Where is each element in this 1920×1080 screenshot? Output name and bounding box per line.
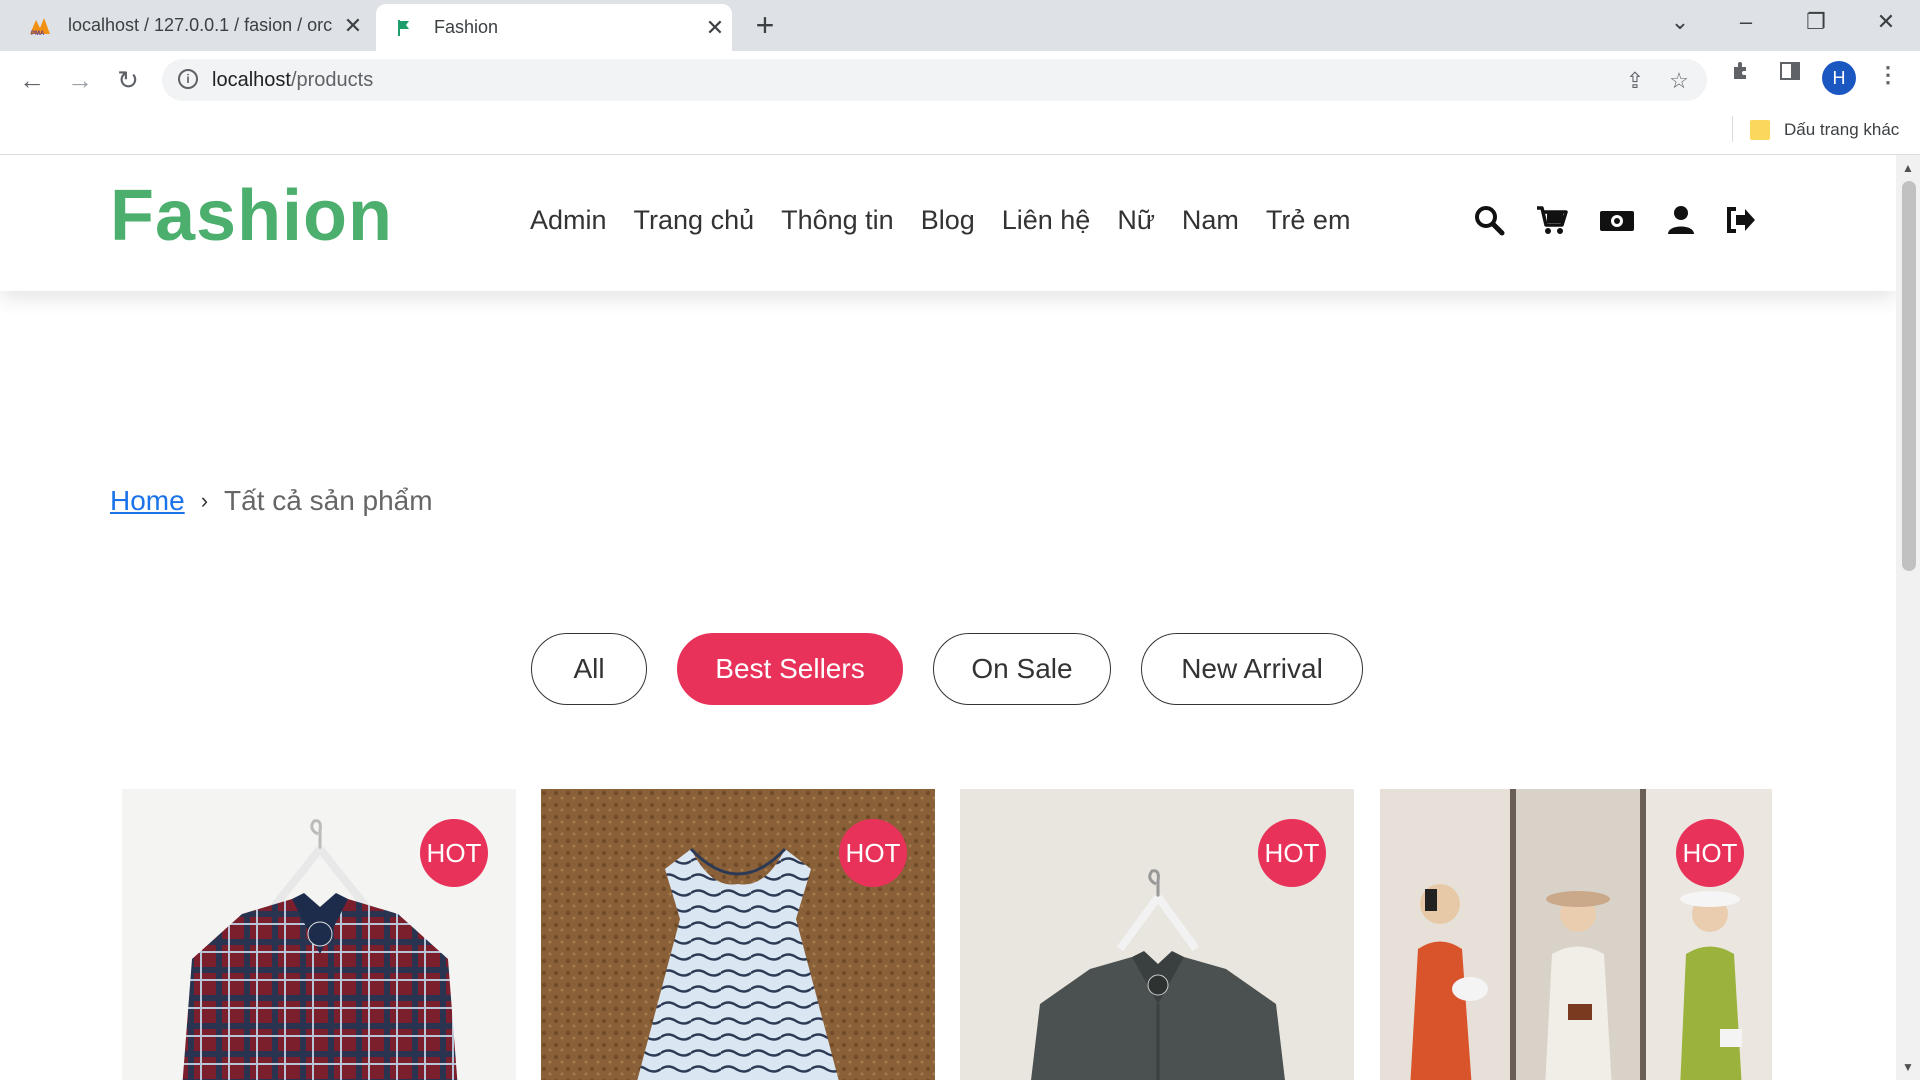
site-header: Fashion Admin Trang chủ Thông tin Blog L… (0, 155, 1896, 291)
tab-phpmyadmin[interactable]: PMA localhost / 127.0.0.1 / fasion / orc… (0, 0, 370, 51)
phpmyadmin-favicon-icon: PMA (28, 16, 52, 37)
breadcrumb-current: Tất cả sản phẩm (224, 485, 433, 516)
close-tab-icon[interactable]: ✕ (698, 15, 732, 41)
scroll-down-arrow-icon[interactable]: ▼ (1896, 1058, 1920, 1076)
search-icon[interactable] (1472, 203, 1506, 237)
product-card[interactable]: HOT (541, 789, 935, 1080)
share-icon[interactable]: ⇪ (1621, 67, 1649, 95)
filter-on-sale-button[interactable]: On Sale (933, 633, 1111, 705)
money-icon[interactable] (1598, 203, 1636, 237)
hot-badge: HOT (1258, 819, 1326, 887)
product-card[interactable]: HOT (1380, 789, 1772, 1080)
tab-title: localhost / 127.0.0.1 / fasion / orc (68, 15, 333, 35)
user-icon[interactable] (1664, 203, 1698, 237)
new-tab-icon[interactable]: + (748, 8, 782, 42)
hot-badge: HOT (1676, 819, 1744, 887)
url-host: localhost (212, 69, 291, 91)
cart-icon[interactable] (1535, 203, 1569, 237)
tab-search-chevron-icon[interactable]: ⌄ (1650, 0, 1710, 44)
nav-kids[interactable]: Trẻ em (1266, 205, 1351, 236)
tab-title: Fashion (434, 17, 499, 37)
nav-contact[interactable]: Liên hệ (1002, 205, 1091, 236)
nav-women[interactable]: Nữ (1117, 205, 1155, 236)
product-card[interactable]: HOT (122, 789, 516, 1080)
svg-text:PMA: PMA (31, 31, 45, 36)
forward-icon[interactable]: → (62, 62, 98, 98)
close-window-icon[interactable]: ✕ (1856, 0, 1916, 44)
side-panel-icon[interactable] (1774, 59, 1806, 91)
nav-home[interactable]: Trang chủ (634, 205, 755, 236)
browser-tab-bar: PMA localhost / 127.0.0.1 / fasion / orc… (0, 0, 1920, 51)
tab-fashion[interactable]: Fashion ✕ (376, 4, 732, 51)
reload-icon[interactable]: ↻ (110, 62, 146, 98)
bookmarks-bar: Dấu trang khác (0, 106, 1920, 155)
close-tab-icon[interactable]: ✕ (336, 13, 370, 39)
other-bookmarks-label[interactable]: Dấu trang khác (1784, 120, 1899, 140)
profile-avatar[interactable]: H (1822, 61, 1856, 95)
nav-about[interactable]: Thông tin (781, 205, 894, 236)
filter-best-sellers-button[interactable]: Best Sellers (677, 633, 903, 705)
minimize-icon[interactable]: – (1716, 0, 1776, 44)
restore-icon[interactable]: ❐ (1786, 0, 1846, 44)
extensions-icon[interactable] (1726, 59, 1758, 91)
nav-admin[interactable]: Admin (530, 205, 607, 236)
browser-toolbar: ← → ↻ i localhost/products ⇪ ☆ (0, 51, 1920, 106)
product-card[interactable]: HOT (960, 789, 1354, 1080)
breadcrumb: Home › Tất cả sản phẩm (110, 485, 433, 517)
site-logo[interactable]: Fashion (110, 175, 393, 257)
url-path: /products (290, 69, 374, 91)
logout-icon[interactable] (1724, 203, 1758, 237)
address-bar[interactable]: i localhost/products ⇪ ☆ (162, 59, 1707, 101)
folder-icon[interactable] (1750, 120, 1770, 140)
filter-all-button[interactable]: All (531, 633, 647, 705)
main-nav: Admin Trang chủ Thông tin Blog Liên hệ N… (530, 205, 1350, 236)
site-info-icon[interactable]: i (178, 69, 198, 89)
breadcrumb-home-link[interactable]: Home (110, 485, 185, 517)
nav-blog[interactable]: Blog (921, 205, 975, 236)
scroll-thumb[interactable] (1902, 181, 1916, 571)
scroll-up-arrow-icon[interactable]: ▲ (1896, 159, 1920, 177)
bookmark-star-icon[interactable]: ☆ (1665, 67, 1693, 95)
filter-new-arrival-button[interactable]: New Arrival (1141, 633, 1363, 705)
page-scrollbar[interactable]: ▲ ▼ (1896, 155, 1920, 1080)
nav-men[interactable]: Nam (1182, 205, 1239, 236)
browser-menu-icon[interactable]: ⋮ (1872, 59, 1904, 91)
back-icon[interactable]: ← (14, 62, 50, 98)
url-text[interactable]: localhost/products (212, 69, 373, 92)
flag-favicon-icon (394, 18, 418, 38)
bookmarks-divider (1732, 116, 1733, 142)
hot-badge: HOT (839, 819, 907, 887)
hot-badge: HOT (420, 819, 488, 887)
page-viewport: Fashion Admin Trang chủ Thông tin Blog L… (0, 155, 1896, 1080)
chevron-right-icon: › (200, 488, 209, 513)
